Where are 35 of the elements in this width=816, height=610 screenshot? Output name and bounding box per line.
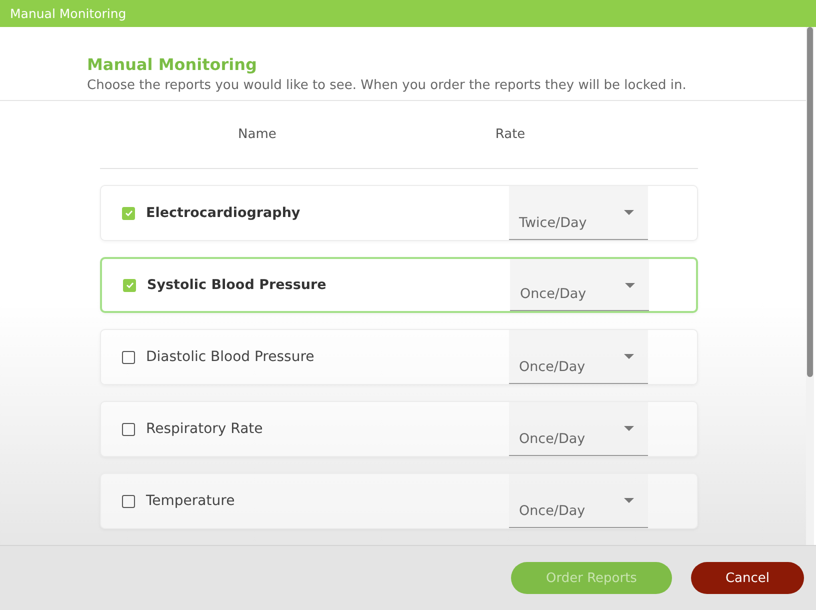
caret-icon [624,426,634,431]
checkbox[interactable] [122,422,135,436]
caret-icon [625,283,635,288]
column-header: Name [238,127,276,142]
report-name: Temperature [146,493,235,509]
report-name: Systolic Blood Pressure [147,277,326,293]
checkbox[interactable] [122,350,135,364]
rate-dropdown[interactable]: Once/Day [510,259,649,311]
window-title: Manual Monitoring [10,6,126,21]
column-header: Rate [495,127,526,142]
report-row[interactable]: Diastolic Blood Pressure Once/Day [100,329,698,385]
checkbox[interactable] [122,494,135,508]
rate-dropdown[interactable]: Twice/Day [509,186,648,240]
caret-icon [624,354,634,359]
report-row[interactable]: Electrocardiography Twice/Day [100,185,698,241]
report-name: Respiratory Rate [146,421,263,437]
dialog-title: Manual Monitoring [87,55,258,74]
dialog-subtitle: Choose the reports you would like to see. When you order the reports they will be locked in. [87,78,688,93]
rate-dropdown[interactable]: Once/Day [509,474,648,528]
scrollbar-thumb[interactable] [807,27,813,377]
caret-icon [624,210,634,215]
caret-icon [624,498,634,503]
checkbox[interactable] [122,206,135,220]
checkmark-icon [124,208,134,218]
report-row[interactable]: Temperature Once/Day [100,473,698,529]
report-name: Diastolic Blood Pressure [146,349,314,365]
checkbox[interactable] [123,278,136,292]
cancel-button[interactable]: Cancel [691,562,804,594]
scrollbar[interactable] [806,27,814,545]
report-row[interactable]: Systolic Blood Pressure Once/Day [100,257,698,313]
report-row[interactable]: Respiratory Rate Once/Day [100,401,698,457]
rate-dropdown[interactable]: Once/Day [509,402,648,456]
report-name: Electrocardiography [146,205,300,221]
rate-dropdown[interactable]: Once/Day [509,330,648,384]
checkmark-icon [124,280,134,290]
